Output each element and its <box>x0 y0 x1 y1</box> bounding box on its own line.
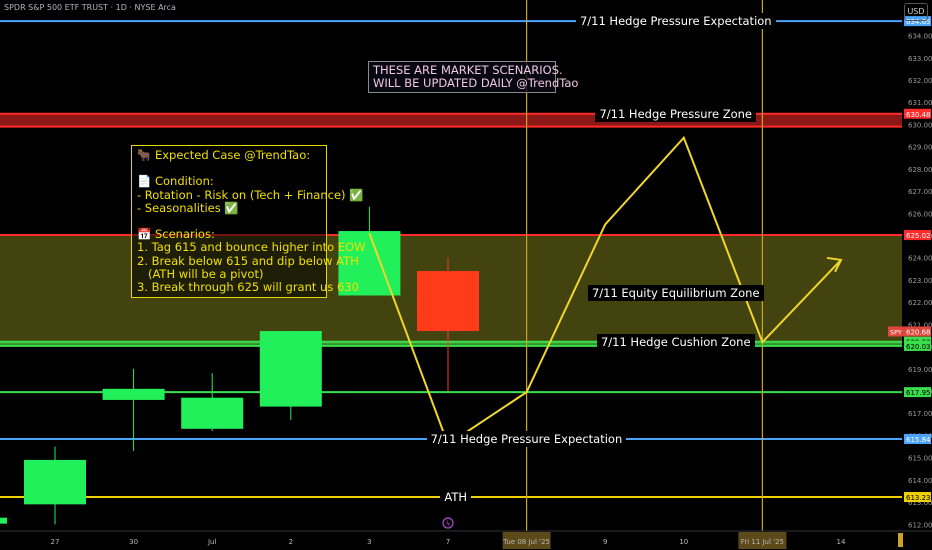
x-tick-label: 30 <box>129 538 138 546</box>
x-tick-label: 10 <box>679 538 688 546</box>
candle-body <box>0 517 7 524</box>
y-tick-label: 629.00 <box>908 144 932 152</box>
y-tick-label: 628.00 <box>908 166 932 174</box>
expected-case-note: 🐂 Expected Case @TrendTao: 📄 Condition: … <box>131 145 366 299</box>
x-tick-label: 7 <box>446 538 450 546</box>
y-tick-label: 632.00 <box>908 77 932 85</box>
x-tick-label: Tue 08 Jul '25 <box>502 538 550 546</box>
level-band <box>0 113 902 127</box>
y-tick-label: 631.00 <box>908 99 932 107</box>
level-label: 7/11 Hedge Pressure Expectation <box>575 13 776 30</box>
x-tick-label: 14 <box>837 538 846 546</box>
x-tick-label: Fri 11 Jul '25 <box>741 538 784 546</box>
x-tick-label: 27 <box>51 538 60 546</box>
level-label: ATH <box>440 489 472 505</box>
price-badge-text: 625.02 <box>906 232 931 240</box>
y-tick-label: 614.00 <box>908 477 932 485</box>
price-badge-text: 615.84 <box>906 436 931 444</box>
y-tick-label: 617.00 <box>908 410 932 418</box>
y-tick-label: 634.00 <box>908 33 932 41</box>
candle-body <box>102 388 165 400</box>
y-tick-label: 630.00 <box>908 121 932 129</box>
y-tick-label: 627.00 <box>908 188 932 196</box>
level-label: 7/11 Equity Equilibrium Zone <box>587 285 764 302</box>
y-tick-label: 615.00 <box>908 455 932 463</box>
y-tick-label: 626.00 <box>908 210 932 218</box>
level-label: 7/11 Hedge Pressure Zone <box>595 105 757 122</box>
price-badge-text: 613.23 <box>906 494 931 502</box>
candle-body <box>24 459 86 505</box>
currency-button[interactable]: USD <box>904 3 928 21</box>
x-tick-label: 2 <box>289 538 293 546</box>
range-handle <box>898 533 903 547</box>
event-icon-glyph: ϟ <box>446 520 451 528</box>
candle-body <box>417 271 479 332</box>
price-badge-text: 620.03 <box>906 343 931 351</box>
scenario-banner: THESE ARE MARKET SCENARIOS. WILL BE UPDA… <box>368 61 578 93</box>
symbol-badge-text: SPY <box>890 328 902 336</box>
y-tick-label: 612.00 <box>908 521 932 529</box>
time-axis <box>0 531 932 550</box>
y-tick-label: 619.00 <box>908 366 932 374</box>
y-tick-label: 624.00 <box>908 255 932 263</box>
price-badge-text: 630.48 <box>906 111 931 119</box>
x-tick-label: Jul <box>207 538 217 546</box>
price-badge-text: 617.95 <box>906 389 931 397</box>
symbol-title[interactable]: SPDR S&P 500 ETF TRUST · 1D · NYSE Arca <box>4 3 176 12</box>
x-tick-label: 3 <box>367 538 371 546</box>
x-tick-label: 9 <box>603 538 607 546</box>
last-price-text: 620.68 <box>906 328 931 336</box>
candle-body <box>259 331 322 407</box>
y-tick-label: 623.00 <box>908 277 932 285</box>
y-tick-label: 633.00 <box>908 55 932 63</box>
level-label: 7/11 Hedge Cushion Zone <box>596 333 755 350</box>
y-tick-label: 622.00 <box>908 299 932 307</box>
candle-body <box>181 397 244 429</box>
level-label: 7/11 Hedge Pressure Expectation <box>426 431 627 448</box>
